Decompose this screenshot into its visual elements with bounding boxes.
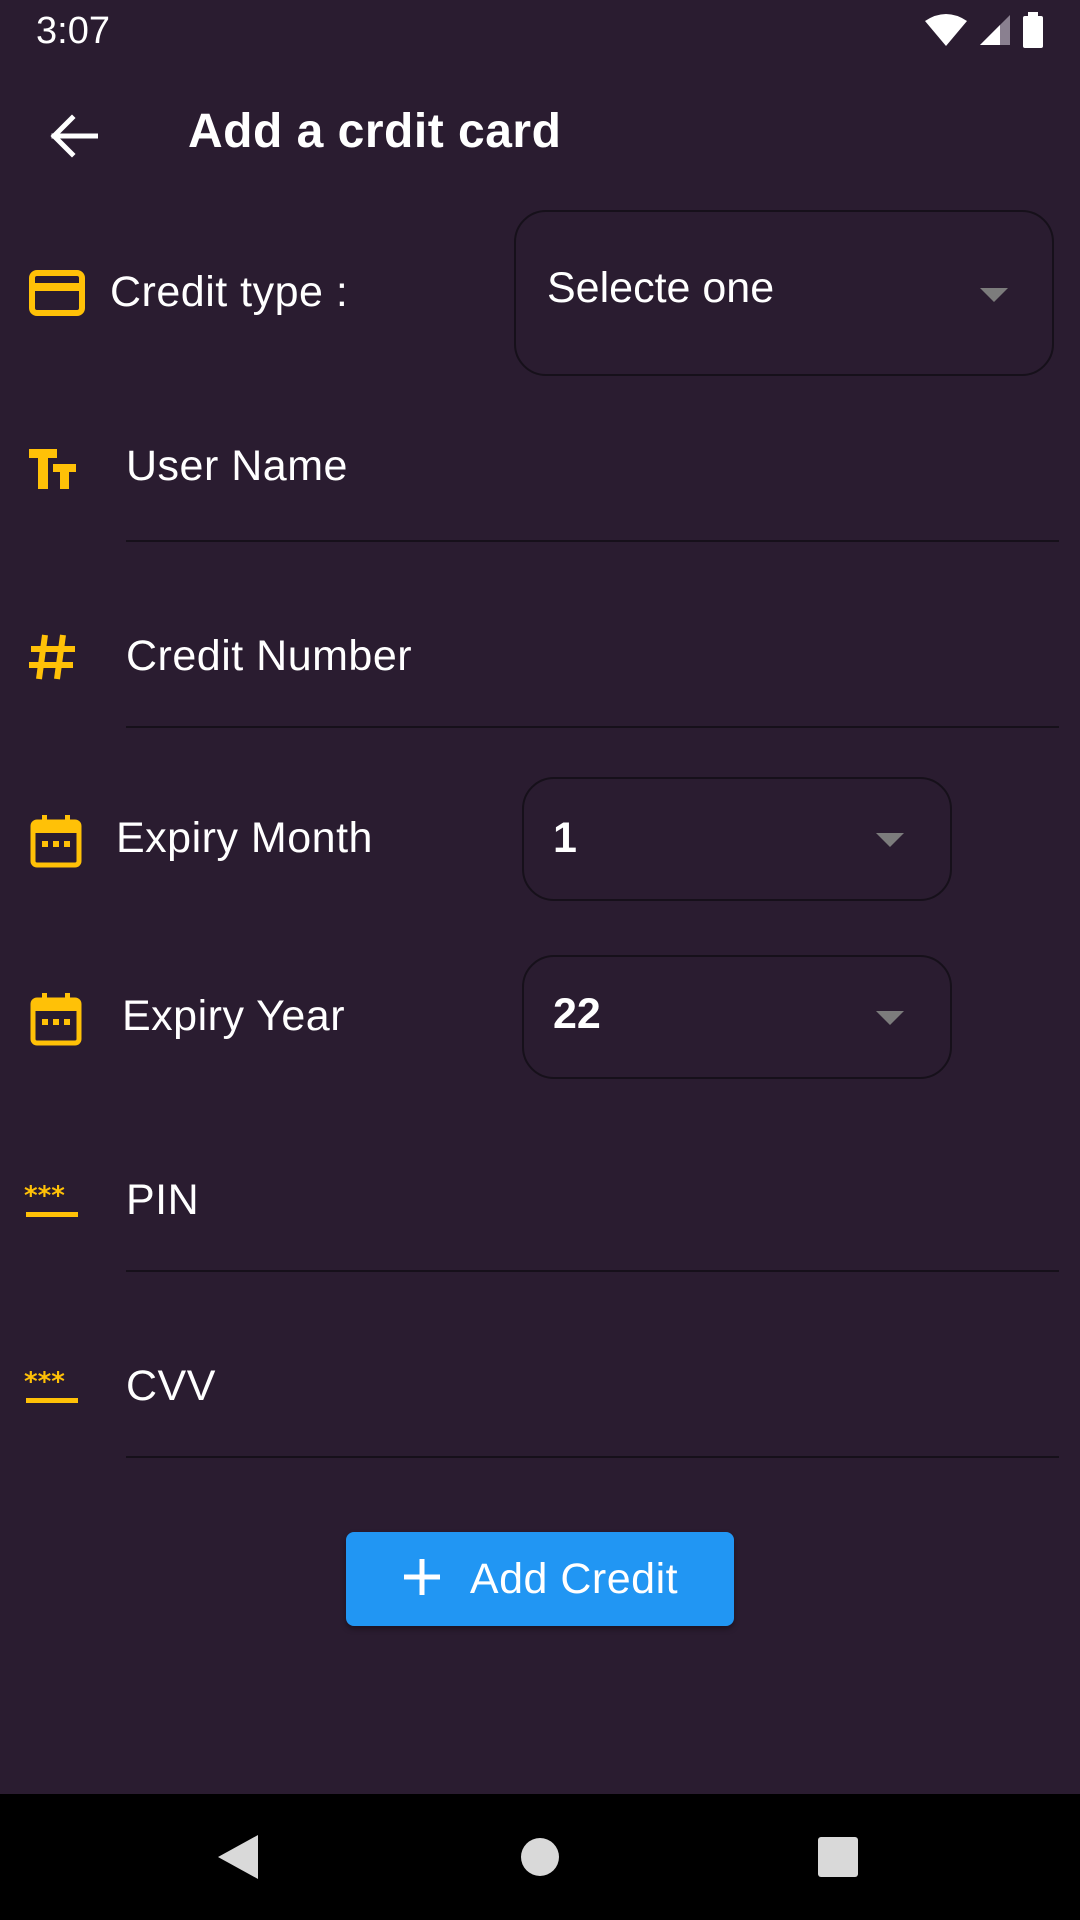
expiry-month-dropdown[interactable]: 1: [522, 777, 952, 901]
credit-number-placeholder: Credit Number: [126, 632, 413, 680]
expiry-year-value: 22: [553, 990, 601, 1038]
chevron-down-icon: [876, 1011, 904, 1025]
hash-icon: [26, 632, 78, 682]
recents-nav-icon[interactable]: [808, 1827, 868, 1887]
credit-card-icon: [28, 268, 86, 318]
plus-icon: [402, 1557, 442, 1602]
credit-type-value: Selecte one: [547, 264, 775, 312]
back-button[interactable]: [40, 104, 108, 172]
arrow-back-icon: [50, 113, 99, 163]
calendar-icon: [30, 814, 82, 868]
cvv-row: *** CVV: [0, 1308, 1080, 1460]
cvv-placeholder: CVV: [126, 1362, 216, 1410]
status-bar: 3:07: [0, 0, 1080, 64]
credit-type-dropdown[interactable]: Selecte one: [514, 210, 1054, 376]
calendar-icon: [30, 992, 82, 1046]
user-name-row: User Name: [0, 392, 1080, 542]
credit-type-row: Credit type : Selecte one: [0, 210, 1080, 380]
battery-icon: [1022, 11, 1044, 53]
password-icon: ***: [24, 1184, 80, 1220]
back-nav-icon[interactable]: [208, 1827, 268, 1887]
pin-field[interactable]: PIN: [126, 1122, 1059, 1272]
credit-number-field[interactable]: Credit Number: [126, 578, 1059, 728]
status-icons: [924, 11, 1044, 53]
navigation-bar: [0, 1794, 1080, 1920]
chevron-down-icon: [876, 833, 904, 847]
home-nav-icon[interactable]: [510, 1827, 570, 1887]
credit-type-label: Credit type :: [110, 268, 349, 316]
status-time: 3:07: [36, 10, 110, 52]
svg-text:***: ***: [24, 1184, 65, 1211]
password-icon: ***: [24, 1370, 80, 1406]
credit-number-row: Credit Number: [0, 578, 1080, 728]
user-name-placeholder: User Name: [126, 442, 348, 490]
user-name-field[interactable]: User Name: [126, 392, 1059, 542]
expiry-year-dropdown[interactable]: 22: [522, 955, 952, 1079]
expiry-month-row: Expiry Month 1: [0, 776, 1080, 904]
cvv-field[interactable]: CVV: [126, 1308, 1059, 1458]
chevron-down-icon: [980, 288, 1008, 302]
text-fields-icon: [26, 446, 78, 492]
pin-row: *** PIN: [0, 1122, 1080, 1274]
svg-text:***: ***: [24, 1370, 65, 1397]
pin-placeholder: PIN: [126, 1176, 200, 1224]
wifi-icon: [924, 13, 968, 52]
expiry-month-label: Expiry Month: [116, 814, 373, 862]
expiry-year-row: Expiry Year 22: [0, 954, 1080, 1082]
expiry-year-label: Expiry Year: [122, 992, 346, 1040]
app-bar: Add a crdit card: [0, 64, 1080, 204]
add-credit-label: Add Credit: [469, 1554, 679, 1603]
expiry-month-value: 1: [553, 814, 577, 862]
add-credit-button[interactable]: Add Credit: [346, 1532, 734, 1626]
page-title: Add a crdit card: [188, 105, 562, 158]
cell-signal-icon: [978, 13, 1012, 52]
